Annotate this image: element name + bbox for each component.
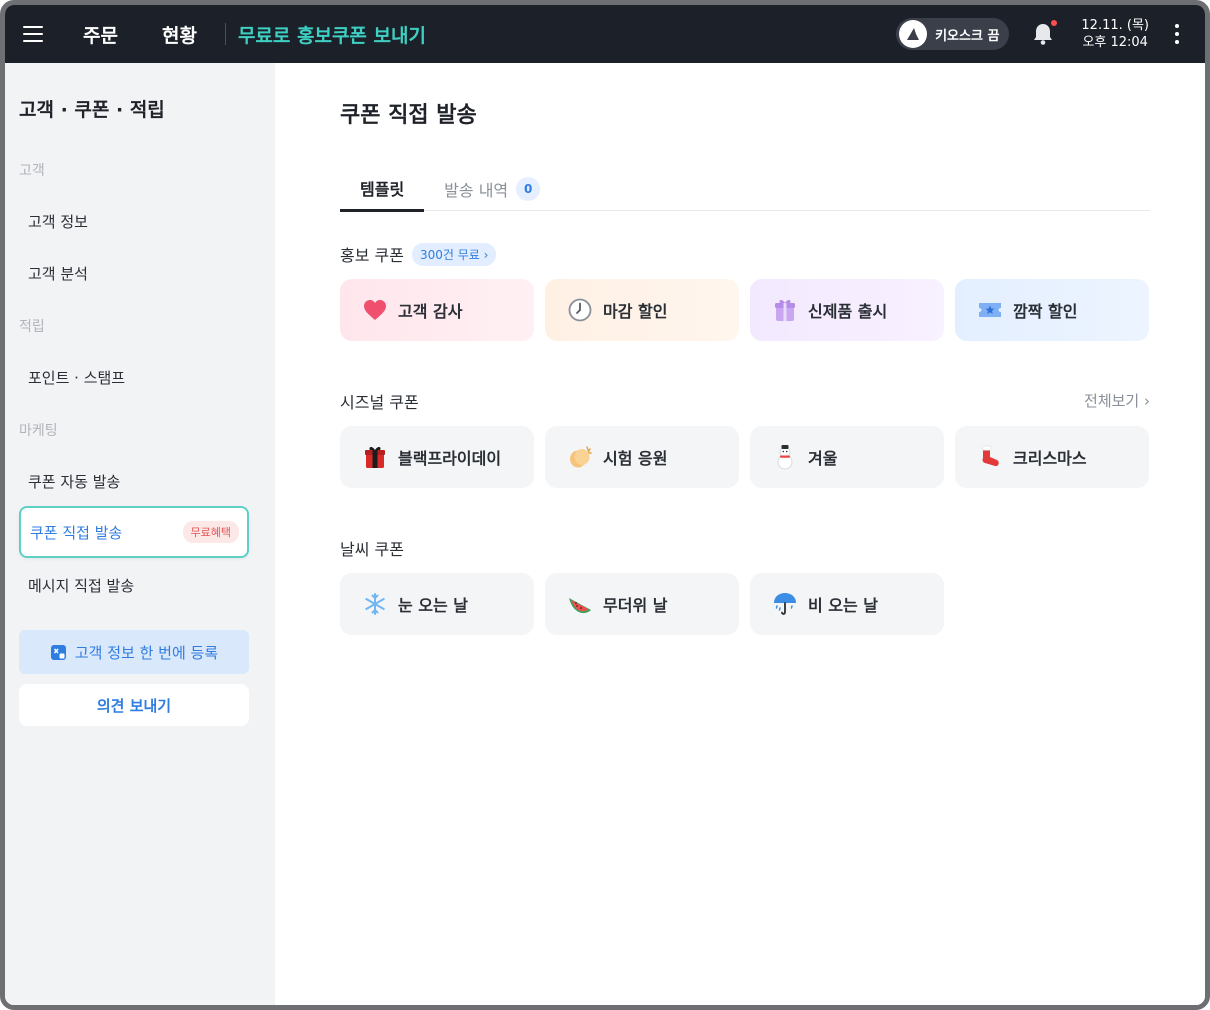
see-all-link[interactable]: 전체보기 › <box>1084 390 1150 411</box>
card-label: 눈 오는 날 <box>398 596 469 615</box>
nav-divider <box>224 23 226 45</box>
sidebar-item-coupon-direct[interactable]: 쿠폰 직접 발송 무료혜택 <box>19 506 249 558</box>
sidebar-title: 고객 · 쿠폰 · 적립 <box>19 99 165 121</box>
free-promo-coupon-link[interactable]: 무료로 홍보쿠폰 보내기 <box>238 21 426 48</box>
kiosk-toggle-button[interactable]: 키오스크 끔 <box>896 18 1010 50</box>
free-300-badge[interactable]: 300건 무료 › <box>411 242 497 266</box>
weather-coupon-section-label: 날씨 쿠폰 <box>340 536 404 560</box>
sidebar: 고객 · 쿠폰 · 적립 고객 고객 정보 고객 분석 적립 포인트 · 스탬프… <box>5 63 275 1005</box>
coupon-card-exam-cheer[interactable]: 시험 응원 <box>545 426 739 488</box>
kiosk-icon <box>899 20 928 48</box>
christmas-stocking-icon <box>977 444 1003 470</box>
clock-icon <box>567 297 593 323</box>
tab-template[interactable]: 템플릿 <box>340 167 425 212</box>
black-gift-icon <box>362 444 388 470</box>
top-right-controls: 키오스크 끔 12.11. (목) 오후 12:04 <box>896 14 1205 54</box>
watermelon-icon <box>567 591 593 617</box>
sidebar-section-marketing: 마케팅 <box>19 423 58 439</box>
card-label: 무더위 날 <box>603 596 668 615</box>
coupon-card-hot-day[interactable]: 무더위 날 <box>545 573 739 635</box>
coupon-card-christmas[interactable]: 크리스마스 <box>955 426 1149 488</box>
card-label: 깜짝 할인 <box>1013 302 1078 321</box>
datetime-display: 12.11. (목) 오후 12:04 <box>1081 17 1149 51</box>
seasonal-coupon-section-label: 시즈널 쿠폰 <box>340 389 419 413</box>
weather-coupon-cards: 눈 오는 날 무더위 날 비 오는 날 <box>340 573 944 635</box>
card-label: 비 오는 날 <box>808 596 879 615</box>
register-customers-label: 고객 정보 한 번에 등록 <box>74 643 219 662</box>
tab-bar: 템플릿 발송 내역 0 <box>340 167 1150 212</box>
more-options-icon[interactable] <box>1167 19 1187 49</box>
gift-icon <box>772 297 798 323</box>
app-window: 주문 현황 무료로 홍보쿠폰 보내기 키오스크 끔 12.11. (목) 오후 … <box>0 0 1210 1010</box>
card-label: 겨울 <box>808 449 838 468</box>
card-label: 신제품 출시 <box>808 302 888 321</box>
top-bar: 주문 현황 무료로 홍보쿠폰 보내기 키오스크 끔 12.11. (목) 오후 … <box>5 5 1205 63</box>
send-feedback-button[interactable]: 의견 보내기 <box>19 684 249 726</box>
coupon-card-surprise-discount[interactable]: 깜짝 할인 <box>955 279 1149 341</box>
page-title: 쿠폰 직접 발송 <box>340 103 477 128</box>
card-label: 시험 응원 <box>603 449 668 468</box>
sidebar-item-customer-analysis[interactable]: 고객 분석 <box>19 247 249 299</box>
coupon-card-snowy-day[interactable]: 눈 오는 날 <box>340 573 534 635</box>
notification-dot <box>1051 20 1058 26</box>
tab-history[interactable]: 발송 내역 0 <box>444 167 541 211</box>
umbrella-icon <box>772 591 798 617</box>
promo-coupon-cards: 고객 감사 마감 할인 신제품 출시 깜짝 할인 <box>340 279 1149 341</box>
notification-bell-icon[interactable] <box>1023 14 1063 54</box>
seasonal-coupon-label: 시즈널 쿠폰 <box>340 393 419 412</box>
register-customers-button[interactable]: 고객 정보 한 번에 등록 <box>19 630 249 674</box>
sidebar-item-label: 쿠폰 직접 발송 <box>30 523 123 542</box>
seasonal-coupon-cards: 블랙프라이데이 시험 응원 겨울 크리스마스 <box>340 426 1149 488</box>
coupon-card-new-product[interactable]: 신제품 출시 <box>750 279 944 341</box>
weather-coupon-label: 날씨 쿠폰 <box>340 540 404 559</box>
card-label: 크리스마스 <box>1013 449 1087 468</box>
snowflake-icon <box>362 591 388 617</box>
history-count-badge: 0 <box>516 177 541 201</box>
free-benefit-badge: 무료혜택 <box>182 521 239 543</box>
promo-coupon-section-label: 홍보 쿠폰 300건 무료 › <box>340 242 497 266</box>
hamburger-menu-icon[interactable] <box>5 5 61 63</box>
card-label: 블랙프라이데이 <box>398 449 502 468</box>
coupon-card-black-friday[interactable]: 블랙프라이데이 <box>340 426 534 488</box>
coupon-card-closing-discount[interactable]: 마감 할인 <box>545 279 739 341</box>
sidebar-item-coupon-auto[interactable]: 쿠폰 자동 발송 <box>19 455 249 507</box>
date-text: 12.11. (목) <box>1081 18 1149 33</box>
time-text: 오후 12:04 <box>1082 35 1148 50</box>
main-content: 쿠폰 직접 발송 템플릿 발송 내역 0 홍보 쿠폰 300건 무료 › 고객 … <box>275 63 1205 1005</box>
sidebar-section-points: 적립 <box>19 319 45 335</box>
kiosk-label: 키오스크 끔 <box>935 28 1000 44</box>
nav-orders[interactable]: 주문 <box>61 21 140 48</box>
coupon-card-customer-thanks[interactable]: 고객 감사 <box>340 279 534 341</box>
card-label: 고객 감사 <box>398 302 463 321</box>
excel-upload-icon <box>50 644 67 661</box>
promo-coupon-label: 홍보 쿠폰 <box>340 246 404 265</box>
coupon-card-winter[interactable]: 겨울 <box>750 426 944 488</box>
tab-history-label: 발송 내역 <box>444 181 509 200</box>
sidebar-item-customer-info[interactable]: 고객 정보 <box>19 195 249 247</box>
sidebar-item-message-direct[interactable]: 메시지 직접 발송 <box>19 559 249 611</box>
coupon-card-rainy-day[interactable]: 비 오는 날 <box>750 573 944 635</box>
heart-icon <box>362 297 388 323</box>
card-label: 마감 할인 <box>603 302 668 321</box>
star-ticket-icon <box>977 297 1003 323</box>
nav-status[interactable]: 현황 <box>140 21 219 48</box>
sidebar-item-point-stamp[interactable]: 포인트 · 스탬프 <box>19 351 249 403</box>
snowman-icon <box>772 444 798 470</box>
sidebar-section-customer: 고객 <box>19 163 45 179</box>
clapping-hands-icon <box>567 444 593 470</box>
